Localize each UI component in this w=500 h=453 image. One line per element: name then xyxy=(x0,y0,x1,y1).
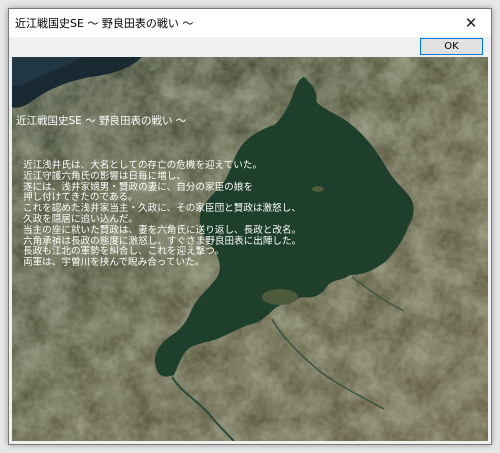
close-button[interactable]: ✕ xyxy=(451,9,491,37)
story-line: 近江守護六角氏の影響は日毎に増し、 xyxy=(23,170,187,182)
window-title: 近江戦国史SE 〜 野良田表の戦い 〜 xyxy=(15,17,194,30)
story-line: 両軍は、宇曽川を挟んで睨み合っていた。 xyxy=(23,257,205,269)
map-panel: 近江戦国史SE 〜 野良田表の戦い 〜 近江浅井氏は、大名としての存亡の危機を迎… xyxy=(12,57,488,441)
title-bar[interactable]: 近江戦国史SE 〜 野良田表の戦い 〜 ✕ xyxy=(9,9,491,37)
close-icon: ✕ xyxy=(464,14,478,32)
ok-button[interactable]: OK xyxy=(420,38,483,55)
dialog-window: 近江戦国史SE 〜 野良田表の戦い 〜 ✕ OK 近江戦国史SE 〜 野良田表の… xyxy=(8,8,492,445)
story-text: 近江浅井氏は、大名としての存亡の危機を迎えていた。 近江守護六角氏の影響は日毎に… xyxy=(23,160,302,269)
overlay-title: 近江戦国史SE 〜 野良田表の戦い 〜 xyxy=(16,115,187,127)
story-line: 当主の座に就いた賢政は、妻を六角氏に送り返し、長政と改名。 xyxy=(23,224,302,236)
button-bar: OK xyxy=(9,37,491,57)
